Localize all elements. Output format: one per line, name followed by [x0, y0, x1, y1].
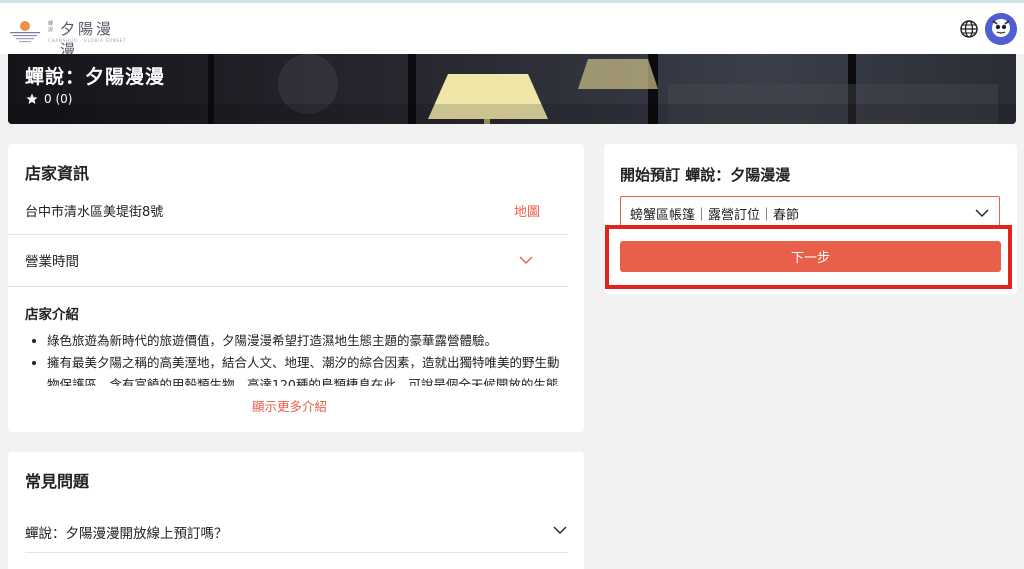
- show-more-intro-link[interactable]: 顯示更多介紹: [252, 396, 327, 415]
- intro-item: 擁有最美夕陽之稱的高美溼地，結合人文、地理、潮汐的綜合因素，造就出獨特唯美的野生…: [47, 352, 567, 386]
- logo-subtitle: CHANSHUO · GLORIA SUNSET: [48, 38, 127, 43]
- booking-option-select[interactable]: 螃蟹區帳篷｜露營訂位｜春節: [620, 196, 1000, 228]
- faq-question[interactable]: 蟬說：夕陽漫漫開放線上預訂嗎？: [25, 522, 228, 542]
- navbar: 蟬說 夕陽漫漫 CHANSHUO · GLORIA SUNSET: [0, 3, 1024, 59]
- globe-icon[interactable]: [959, 19, 979, 39]
- star-icon: [26, 93, 38, 104]
- faq-heading: 常見問題: [25, 472, 90, 491]
- logo-small-text: 蟬說: [48, 21, 54, 33]
- faq-chevron-down-icon[interactable]: [553, 526, 567, 534]
- page-title: 蟬說：夕陽漫漫: [25, 66, 166, 88]
- avatar-icon: [985, 13, 1017, 45]
- store-address: 台中市清水區美堤街8號: [25, 205, 164, 220]
- business-hours-label[interactable]: 營業時間: [25, 250, 79, 270]
- store-intro-list: 綠色旅遊為新時代的旅遊價值，夕陽漫漫希望打造濕地生態主題的豪華露營體驗。 擁有最…: [27, 330, 567, 386]
- brand-logo[interactable]: 蟬說 夕陽漫漫 CHANSHUO · GLORIA SUNSET: [8, 17, 128, 59]
- rating-text: 0 (0): [44, 92, 73, 106]
- store-info-card: 店家資訊 台中市清水區美堤街8號 地圖 營業時間 店家介紹 綠色旅遊為新時代的旅…: [8, 144, 584, 432]
- divider: [25, 552, 568, 553]
- map-link[interactable]: 地圖: [514, 201, 540, 220]
- faq-card: 常見問題 蟬說：夕陽漫漫開放線上預訂嗎？: [8, 452, 584, 569]
- hero-banner: 蟬說：夕陽漫漫 0 (0): [8, 54, 1016, 124]
- intro-item: 綠色旅遊為新時代的旅遊價值，夕陽漫漫希望打造濕地生態主題的豪華露營體驗。: [47, 330, 567, 352]
- chevron-down-icon: [975, 209, 989, 217]
- avatar[interactable]: [985, 13, 1017, 45]
- divider: [8, 286, 568, 287]
- booking-heading: 開始預訂 蟬說：夕陽漫漫: [620, 166, 791, 184]
- store-intro-heading: 店家介紹: [25, 307, 79, 323]
- store-info-heading: 店家資訊: [25, 164, 90, 183]
- divider: [8, 234, 568, 235]
- next-step-button[interactable]: 下一步: [620, 241, 1001, 272]
- selected-option-text: 螃蟹區帳篷｜露營訂位｜春節: [630, 208, 800, 223]
- rating: 0 (0): [26, 92, 72, 106]
- hours-chevron-down-icon[interactable]: [519, 256, 533, 264]
- sunset-logo-icon: [10, 21, 40, 43]
